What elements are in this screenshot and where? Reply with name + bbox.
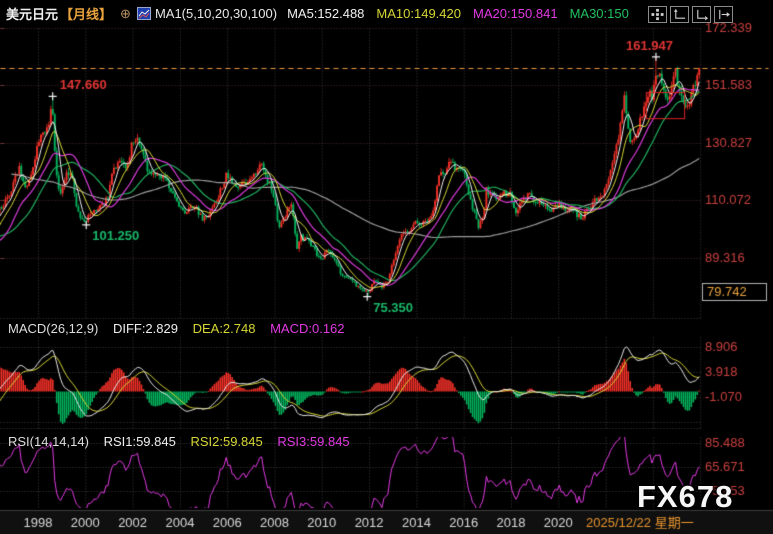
watermark: FX678 — [637, 479, 733, 515]
toolbar — [648, 6, 736, 23]
chart-window: 美元日元 【月线】 ⊕ MA1(5,10,20,30,100) MA5:152.… — [0, 0, 773, 534]
ma5-value: MA5:152.488 — [287, 6, 364, 21]
ma30-value: MA30:150 — [570, 6, 629, 21]
rsi-label-row: RSI(14,14,14) RSI1:59.845 RSI2:59.845 RS… — [8, 434, 361, 449]
ma20-value: MA20:150.841 — [473, 6, 558, 21]
pan-right-icon — [716, 8, 731, 21]
move-icon — [650, 8, 665, 21]
rsi3-value: RSI3:59.845 — [277, 434, 349, 449]
chart-canvas[interactable] — [0, 0, 773, 534]
timeframe-label: 【月线】 — [60, 4, 112, 23]
move-chart-button[interactable] — [648, 6, 667, 23]
add-indicator-icon[interactable]: ⊕ — [120, 6, 131, 22]
axis-up-arrow-icon — [672, 8, 687, 21]
shift-right-button[interactable] — [714, 6, 733, 23]
scale-y-axis-button[interactable] — [670, 6, 689, 23]
rsi1-value: RSI1:59.845 — [104, 434, 176, 449]
scale-x-axis-button[interactable] — [692, 6, 711, 23]
rsi2-value: RSI2:59.845 — [190, 434, 262, 449]
chart-type-icon[interactable] — [137, 7, 151, 20]
macd-dea-value: DEA:2.748 — [193, 321, 256, 336]
macd-title: MACD(26,12,9) — [8, 321, 98, 336]
macd-label-row: MACD(26,12,9) DIFF:2.829 DEA:2.748 MACD:… — [8, 321, 356, 336]
mini-chart-icon — [137, 7, 151, 20]
symbol-title: 美元日元 — [6, 4, 58, 23]
ma-settings-label: MA1(5,10,20,30,100) — [155, 6, 277, 21]
macd-diff-value: DIFF:2.829 — [113, 321, 178, 336]
axis-right-arrow-icon — [694, 8, 709, 21]
ma10-value: MA10:149.420 — [376, 6, 461, 21]
chart-header: 美元日元 【月线】 ⊕ MA1(5,10,20,30,100) MA5:152.… — [6, 4, 629, 23]
rsi-title: RSI(14,14,14) — [8, 434, 89, 449]
macd-macd-value: MACD:0.162 — [270, 321, 344, 336]
